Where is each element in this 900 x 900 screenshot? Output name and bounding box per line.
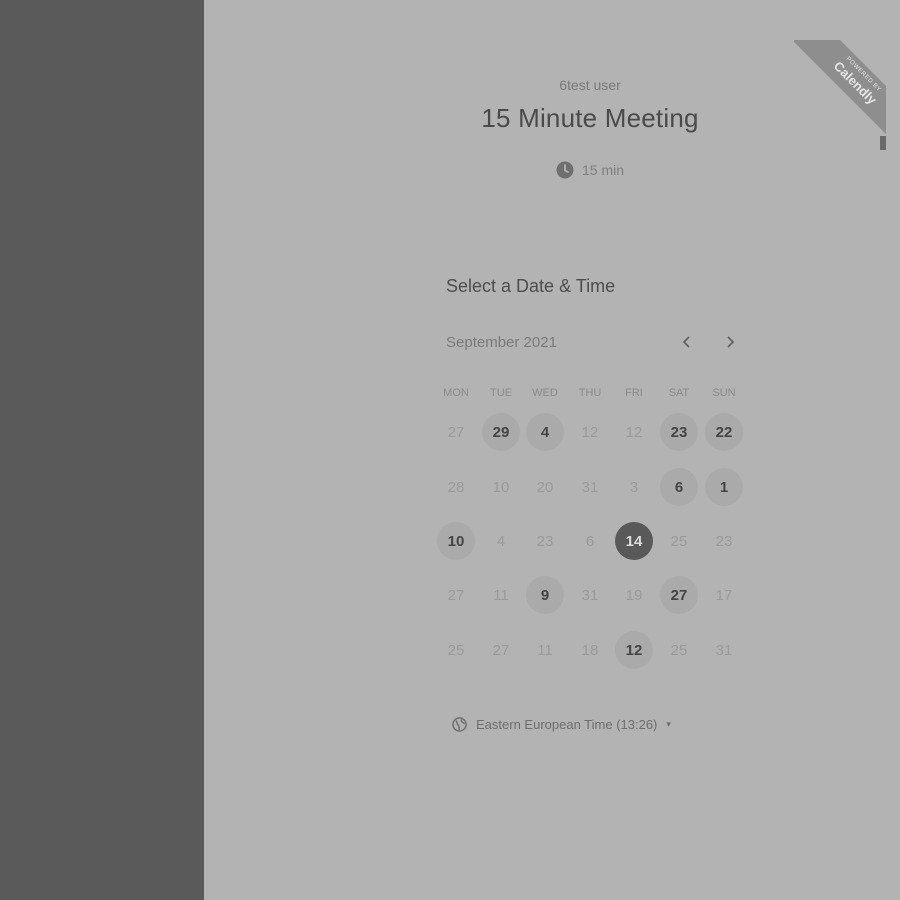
section-title: Select a Date & Time — [446, 276, 616, 296]
unavailable-date: 11 — [537, 641, 553, 659]
unavailable-date: 18 — [581, 641, 599, 659]
meeting-title: 15 Minute Meeting — [481, 103, 699, 133]
unavailable-date: 27 — [492, 641, 510, 659]
unavailable-date: 23 — [536, 532, 554, 550]
unavailable-date: 3 — [629, 478, 639, 496]
unavailable-date: 12 — [625, 423, 643, 441]
ribbon-band[interactable]: POWERED BY Calendly — [794, 40, 886, 147]
available-date[interactable]: 1 — [705, 468, 743, 506]
available-date[interactable]: 23 — [660, 413, 698, 451]
unavailable-date: 25 — [447, 641, 465, 659]
unavailable-date: 4 — [496, 532, 506, 550]
available-date[interactable]: 12 — [615, 631, 653, 669]
weekday-header: SAT — [668, 387, 690, 399]
unavailable-date: 17 — [715, 586, 733, 604]
chevron-left-icon — [682, 336, 690, 348]
unavailable-date: 6 — [585, 532, 595, 550]
unavailable-date: 31 — [581, 586, 599, 604]
weekday-header: WED — [532, 387, 558, 399]
available-date[interactable]: 6 — [660, 468, 698, 506]
timezone-label: Eastern European Time (13:26) — [476, 716, 658, 732]
unavailable-date: 27 — [447, 423, 465, 441]
weekday-header: TUE — [490, 387, 512, 399]
clock-icon — [556, 161, 574, 179]
unavailable-date: 11 — [493, 586, 509, 604]
duration-row: 15 min — [390, 158, 790, 182]
available-date[interactable]: 22 — [705, 413, 743, 451]
host-name: 6test user — [559, 77, 621, 93]
unavailable-date: 23 — [715, 532, 733, 550]
available-date[interactable]: 27 — [660, 576, 698, 614]
timezone-selector[interactable]: Eastern European Time (13:26) ▾ — [452, 714, 671, 734]
weekday-header: SUN — [712, 387, 736, 399]
weekday-header: FRI — [625, 387, 643, 399]
unavailable-date: 31 — [715, 641, 733, 659]
unavailable-date: 25 — [670, 532, 688, 550]
unavailable-date: 31 — [581, 478, 599, 496]
available-date[interactable]: 4 — [526, 413, 564, 451]
available-date[interactable]: 9 — [526, 576, 564, 614]
selected-date[interactable]: 14 — [615, 522, 653, 560]
left-panel — [0, 0, 204, 900]
next-month-button[interactable] — [720, 332, 740, 352]
duration-text: 15 min — [581, 162, 625, 178]
available-date[interactable]: 29 — [482, 413, 520, 451]
unavailable-date: 25 — [670, 641, 688, 659]
weekday-header: MON — [443, 387, 469, 399]
unavailable-date: 28 — [447, 478, 465, 496]
globe-icon — [452, 716, 467, 732]
unavailable-date: 27 — [447, 586, 465, 604]
unavailable-date: 20 — [536, 478, 554, 496]
available-date[interactable]: 10 — [437, 522, 475, 560]
unavailable-date: 19 — [625, 586, 643, 604]
unavailable-date: 12 — [581, 423, 599, 441]
powered-by-ribbon[interactable]: POWERED BY Calendly — [794, 40, 886, 152]
caret-down-icon: ▾ — [666, 718, 671, 729]
ribbon-fold — [880, 136, 886, 150]
prev-month-button[interactable] — [677, 332, 697, 352]
month-label: September 2021 — [446, 334, 557, 351]
unavailable-date: 10 — [492, 478, 510, 496]
weekday-header: THU — [578, 387, 602, 399]
chevron-right-icon — [727, 336, 735, 348]
